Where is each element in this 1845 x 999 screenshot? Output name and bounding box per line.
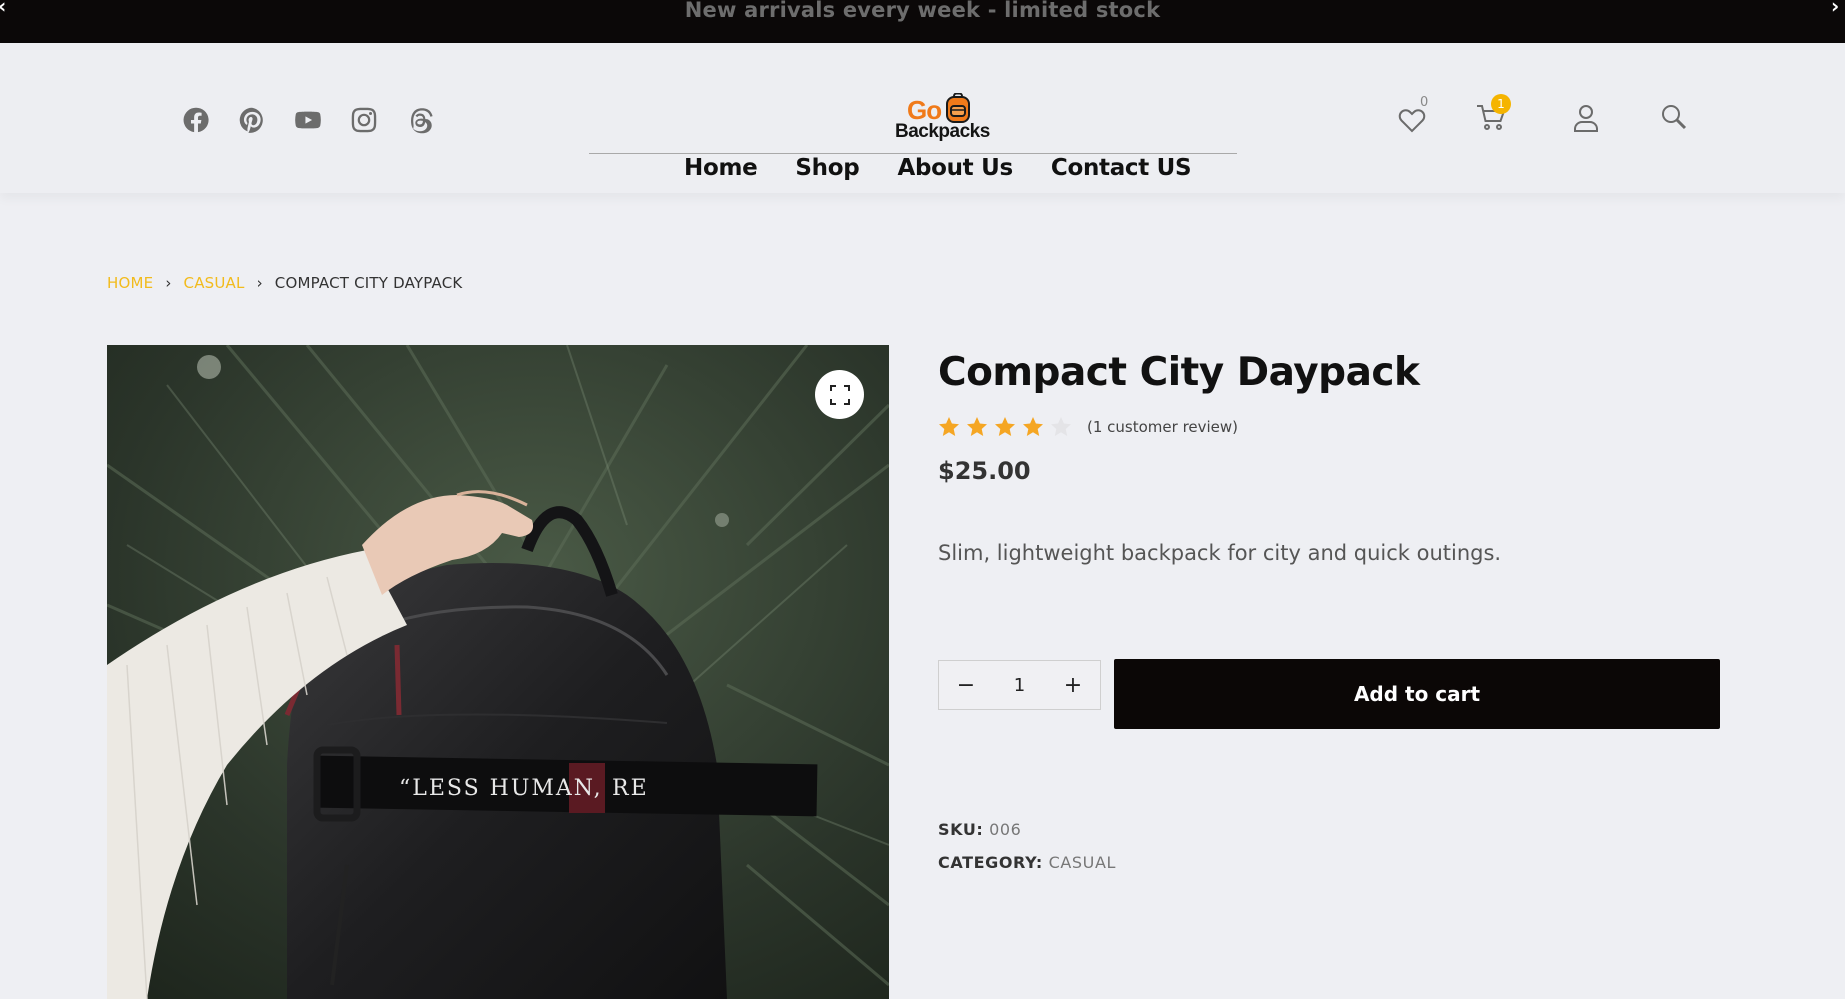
star-icon xyxy=(1023,417,1043,436)
quantity-input[interactable] xyxy=(993,661,1046,709)
star-empty-icon xyxy=(1051,417,1071,436)
sku-value: 006 xyxy=(989,820,1022,839)
product-category: CATEGORY: CASUAL xyxy=(938,853,1116,872)
social-links xyxy=(182,106,434,134)
chevron-right-icon: › xyxy=(256,274,263,292)
expand-icon xyxy=(829,384,850,405)
customer-review-link[interactable]: (1 customer review) xyxy=(1087,418,1238,436)
breadcrumb-category[interactable]: CASUAL xyxy=(184,274,245,292)
product-title: Compact City Daypack xyxy=(938,350,1420,395)
main-nav: Home Shop About Us Contact US xyxy=(684,155,1192,181)
category-label: CATEGORY: xyxy=(938,853,1043,872)
chevron-right-icon: › xyxy=(165,274,172,292)
nav-contact-us[interactable]: Contact US xyxy=(1051,155,1192,181)
chevron-left-icon[interactable]: ‹ xyxy=(0,0,12,16)
product-description: Slim, lightweight backpack for city and … xyxy=(938,541,1502,565)
sku-label: SKU: xyxy=(938,820,984,839)
logo-backpacks-text: Backpacks xyxy=(895,121,990,142)
threads-icon[interactable] xyxy=(406,106,434,134)
plus-icon[interactable]: + xyxy=(1046,661,1100,709)
fullscreen-zoom-button[interactable] xyxy=(815,370,864,419)
site-header: Go Backpacks Home Shop About Us Contact … xyxy=(0,43,1845,193)
quantity-stepper: − + xyxy=(938,660,1101,710)
instagram-icon[interactable] xyxy=(350,106,378,134)
cart-count-badge: 1 xyxy=(1491,94,1511,114)
wishlist-count: 0 xyxy=(1420,95,1429,110)
breadcrumb-home[interactable]: HOME xyxy=(107,274,153,292)
category-link[interactable]: CASUAL xyxy=(1049,853,1116,872)
breadcrumb: HOME › CASUAL › COMPACT CITY DAYPACK xyxy=(107,274,462,292)
product-sku: SKU: 006 xyxy=(938,820,1021,839)
product-price: $25.00 xyxy=(938,457,1031,485)
pinterest-icon[interactable] xyxy=(238,106,266,134)
add-to-cart-button[interactable]: Add to cart xyxy=(1114,659,1720,729)
announcement-bar: ‹ New arrivals every week - limited stoc… xyxy=(0,0,1845,43)
facebook-icon[interactable] xyxy=(182,106,210,134)
announcement-text: New arrivals every week - limited stock xyxy=(684,0,1161,22)
breadcrumb-current: COMPACT CITY DAYPACK xyxy=(274,274,463,292)
star-icon xyxy=(967,417,987,436)
product-image[interactable]: “LESS HUMAN, RE xyxy=(107,345,889,999)
chevron-right-icon[interactable]: › xyxy=(1831,0,1845,16)
strap-text: “LESS HUMAN, xyxy=(399,776,603,801)
user-icon[interactable] xyxy=(1572,103,1600,133)
nav-divider xyxy=(589,153,1237,154)
strap-text-end: RE xyxy=(612,776,649,801)
product-photo: “LESS HUMAN, RE xyxy=(107,345,889,999)
star-icon xyxy=(995,417,1015,436)
backpack-icon xyxy=(946,93,970,123)
star-rating xyxy=(937,415,1073,439)
youtube-icon[interactable] xyxy=(294,106,322,134)
star-icon xyxy=(939,417,959,436)
nav-shop[interactable]: Shop xyxy=(795,155,859,181)
site-logo[interactable]: Go Backpacks xyxy=(893,93,993,142)
nav-about-us[interactable]: About Us xyxy=(897,155,1013,181)
nav-home[interactable]: Home xyxy=(684,155,758,181)
minus-icon[interactable]: − xyxy=(939,661,993,709)
search-icon[interactable] xyxy=(1660,103,1688,131)
